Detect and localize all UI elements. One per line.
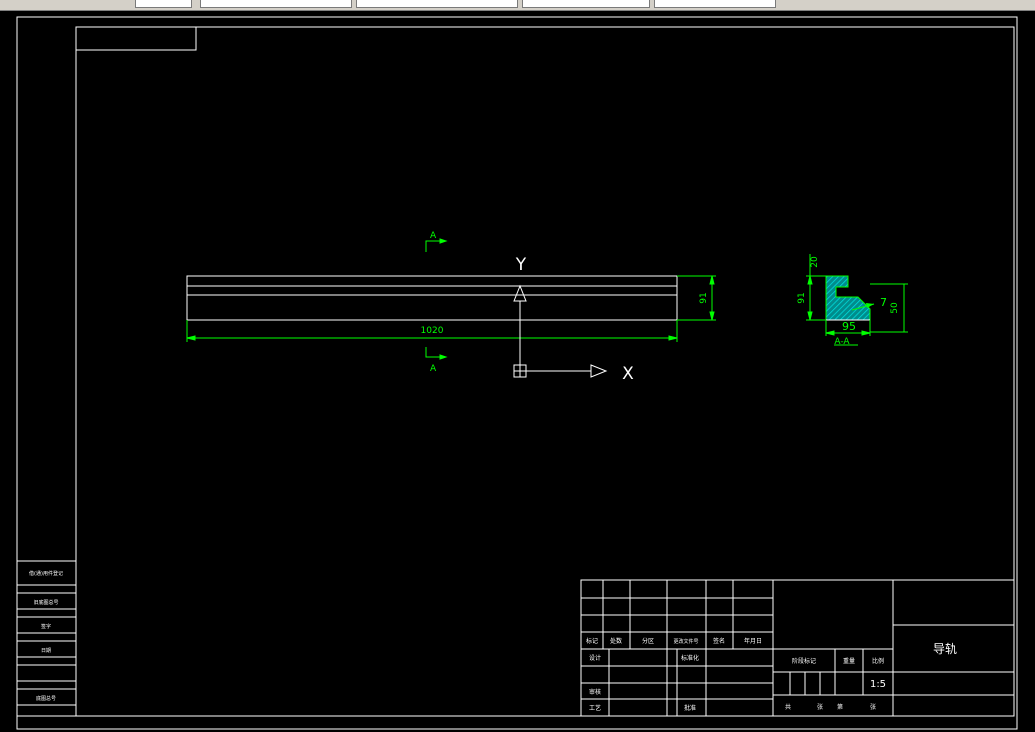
drawing-number-box [75, 26, 197, 51]
bottom-reg-label: 底图总号 [36, 695, 56, 702]
part-name: 导轨 [933, 642, 957, 656]
layer-dropdown[interactable] [200, 0, 352, 8]
tb-sheets-total: 共 [785, 703, 791, 711]
linetype-dropdown[interactable] [522, 0, 650, 8]
color-dropdown[interactable] [356, 0, 518, 8]
tb-sheet-no: 第 [837, 703, 843, 711]
ucs-y-label: Y [515, 255, 527, 275]
tb-stage-mark: 阶段标记 [792, 657, 816, 665]
section-top-label: 20 [810, 256, 820, 268]
borrow-reg-label: 借(通)用件登记 [29, 570, 63, 577]
tb-zone: 分区 [642, 637, 654, 645]
ucs-icon [513, 284, 608, 378]
section-right-label: 50 [890, 302, 900, 314]
tb-mark: 标记 [586, 637, 598, 645]
layer-icons[interactable] [135, 0, 192, 8]
left-sign-label: 签字 [41, 623, 51, 630]
cut-label-top: A [430, 231, 437, 241]
tb-scale-label: 比例 [872, 657, 884, 665]
section-height-label: 91 [797, 292, 807, 303]
tb-process: 工艺 [589, 704, 601, 712]
lineweight-dropdown[interactable] [654, 0, 776, 8]
tb-sheet-word: 张 [817, 703, 823, 711]
ucs-x-label: X [622, 364, 634, 384]
cut-label-bottom: A [430, 364, 437, 374]
tb-change-doc: 更改文件号 [673, 638, 698, 645]
old-drawing-label: 旧底图总号 [33, 599, 58, 606]
tb-standardize: 标准化 [681, 654, 699, 662]
tb-weight: 重量 [843, 657, 855, 665]
tb-count: 处数 [610, 637, 622, 645]
tb-signature: 签名 [713, 637, 725, 645]
left-date-label: 日期 [41, 648, 51, 654]
tb-date: 年月日 [744, 637, 762, 645]
drawing-canvas[interactable]: A A 1020 91 Y X 20 91 7 50 95 A-A 借(通)用件… [0, 10, 1035, 732]
dim-height-front [677, 275, 716, 321]
height-front-label: 91 [699, 292, 709, 303]
length-label: 1020 [421, 326, 444, 336]
outer-frame [16, 16, 1018, 730]
scale-value: 1:5 [870, 679, 886, 690]
left-strip-table [17, 560, 76, 717]
tb-review: 审核 [589, 688, 601, 696]
section-width-label: 95 [842, 320, 856, 333]
tb-design: 设计 [589, 654, 601, 662]
section-view [825, 275, 875, 321]
rail-front-view [186, 275, 678, 321]
section-angle-label: 7 [880, 296, 887, 309]
section-marker-bottom [425, 347, 448, 360]
tb-approve: 批准 [684, 704, 696, 712]
section-title: A-A [834, 337, 850, 347]
tb-sheet-word-2: 张 [870, 703, 876, 711]
